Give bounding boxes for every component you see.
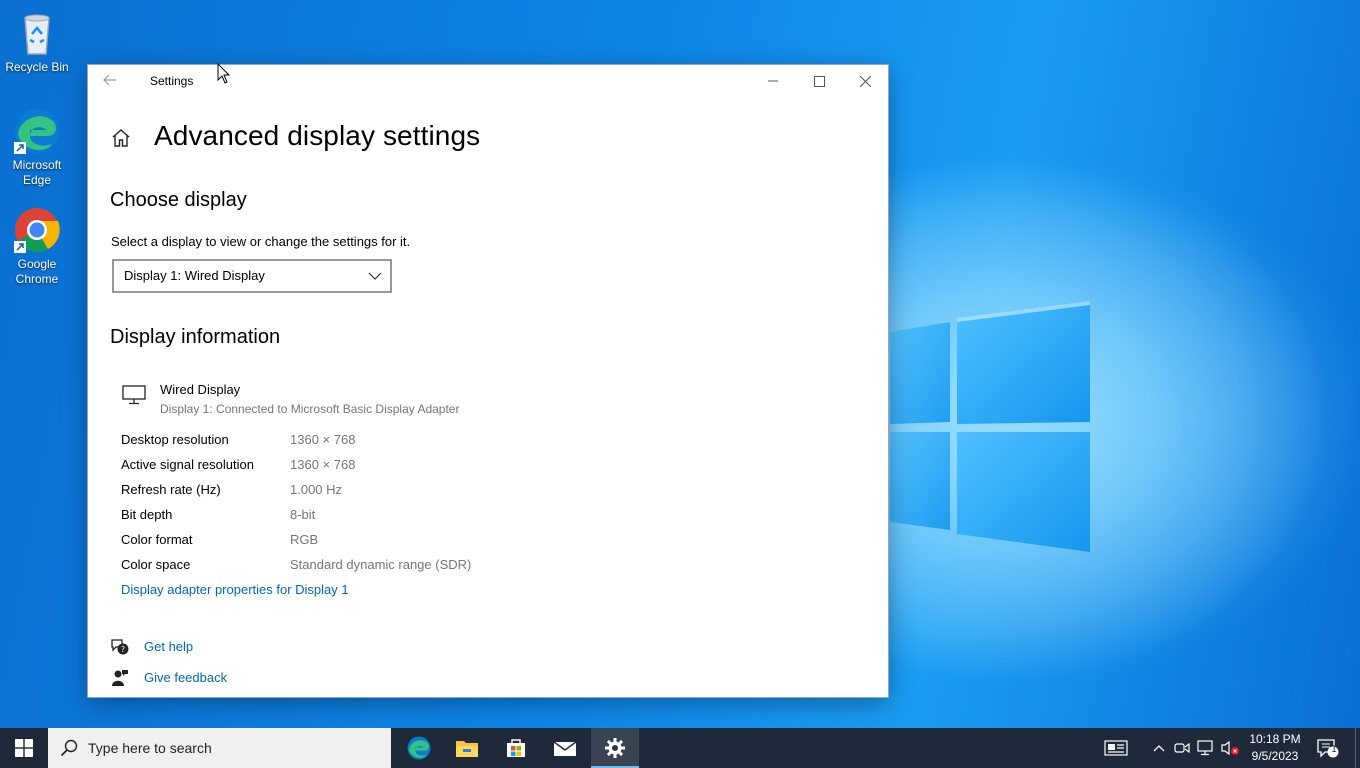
give-feedback-link[interactable]: Give feedback [144, 670, 227, 685]
info-key: Color format [121, 532, 193, 547]
info-key: Bit depth [121, 507, 173, 522]
file-explorer-icon [456, 741, 478, 757]
info-row-color-format: Color format RGB [121, 532, 721, 552]
close-button[interactable] [842, 65, 888, 97]
taskbar-edge[interactable] [395, 728, 443, 768]
window-title: Settings [150, 74, 194, 88]
page-title: Advanced display settings [154, 120, 481, 151]
home-button[interactable] [110, 127, 132, 149]
action-center-button[interactable]: 1 [1316, 738, 1340, 758]
taskbar-clock[interactable]: 10:18 PM 9/5/2023 [1244, 731, 1306, 765]
tray-news-button[interactable] [1103, 738, 1129, 758]
info-value: 1360 × 768 [290, 432, 356, 447]
search-placeholder: Type here to search [88, 740, 212, 756]
display-information-heading: Display information [110, 326, 281, 348]
tray-meet-now-button[interactable] [1172, 738, 1192, 758]
info-value: 1.000 Hz [290, 482, 343, 497]
info-row-active-signal-resolution: Active signal resolution 1360 × 768 [121, 457, 721, 477]
get-help-link[interactable]: Get help [144, 639, 193, 654]
info-value: Standard dynamic range (SDR) [290, 557, 472, 572]
info-key: Color space [121, 557, 191, 572]
maximize-button[interactable] [796, 65, 842, 97]
desktop-icon-chrome[interactable]: Google Chrome [4, 205, 70, 287]
clock-date: 9/5/2023 [1251, 749, 1299, 763]
settings-window: Settings Advanced display settings Choos… [88, 65, 888, 697]
svg-text:?: ? [121, 645, 125, 654]
taskbar-file-explorer[interactable] [443, 728, 491, 768]
tray-volume-button[interactable] [1220, 738, 1240, 758]
clock-time: 10:18 PM [1249, 732, 1301, 746]
taskbar-store[interactable] [492, 728, 540, 768]
desktop-icon-label: Google Chrome [15, 257, 59, 286]
edge-icon [12, 106, 62, 156]
taskbar-settings[interactable] [591, 728, 639, 768]
store-icon [507, 739, 525, 757]
info-row-color-space: Color space Standard dynamic range (SDR) [121, 557, 721, 577]
display-adapter-properties-link[interactable]: Display adapter properties for Display 1 [121, 582, 349, 597]
desktop-icon-recycle-bin[interactable]: Recycle Bin [4, 8, 70, 75]
maximize-icon [813, 75, 825, 87]
display-select-value: Display 1: Wired Display [124, 268, 265, 283]
desktop-icon-label: Microsoft Edge [12, 158, 62, 187]
volume-muted-icon [1221, 740, 1239, 756]
monitor-icon [122, 385, 146, 405]
info-value: 1360 × 768 [290, 457, 356, 472]
choose-display-description: Select a display to view or change the s… [111, 234, 411, 249]
info-key: Refresh rate (Hz) [121, 482, 221, 497]
home-icon [112, 129, 130, 147]
minimize-icon [768, 80, 778, 82]
info-row-desktop-resolution: Desktop resolution 1360 × 768 [121, 432, 721, 452]
feedback-person-icon [112, 670, 128, 686]
chevron-up-icon [1153, 745, 1165, 752]
display-select-dropdown[interactable]: Display 1: Wired Display [112, 259, 392, 293]
show-desktop-button[interactable] [1355, 728, 1360, 768]
edge-icon [407, 736, 431, 760]
desktop-icon-label: Recycle Bin [5, 60, 69, 74]
help-chat-icon: ? [111, 639, 129, 655]
tray-network-button[interactable] [1196, 738, 1216, 758]
start-button[interactable] [0, 728, 48, 768]
info-row-bit-depth: Bit depth 8-bit [121, 507, 721, 527]
display-subtitle: Display 1: Connected to Microsoft Basic … [160, 402, 460, 416]
chrome-icon [12, 205, 62, 255]
news-widget-icon [1104, 740, 1128, 756]
minimize-button[interactable] [750, 65, 796, 97]
taskbar-mail[interactable] [541, 728, 589, 768]
info-value: RGB [290, 532, 319, 547]
close-icon [859, 75, 871, 87]
choose-display-heading: Choose display [110, 189, 247, 211]
windows-start-icon [15, 739, 33, 757]
recycle-bin-icon [12, 8, 62, 58]
info-row-refresh-rate: Refresh rate (Hz) 1.000 Hz [121, 482, 721, 502]
taskbar: Type here to search 10:18 PM 9/5/2023 1 [0, 728, 1360, 768]
info-key: Active signal resolution [121, 457, 254, 472]
settings-gear-icon [605, 738, 625, 758]
display-name: Wired Display [160, 382, 241, 397]
desktop-icon-edge[interactable]: Microsoft Edge [4, 106, 70, 188]
taskbar-search-box[interactable]: Type here to search [48, 728, 391, 768]
title-bar[interactable]: Settings [88, 65, 888, 97]
chevron-down-icon [368, 272, 382, 280]
search-icon [60, 739, 78, 757]
back-button[interactable] [102, 72, 122, 90]
info-value: 8-bit [290, 507, 316, 522]
back-arrow-icon [103, 74, 116, 86]
notification-count: 1 [1331, 745, 1337, 755]
tray-show-hidden-button[interactable] [1149, 738, 1169, 758]
mouse-cursor-icon [217, 63, 231, 84]
network-icon [1197, 740, 1213, 756]
info-key: Desktop resolution [121, 432, 229, 447]
meet-now-icon [1174, 742, 1190, 754]
mail-icon [553, 741, 577, 756]
